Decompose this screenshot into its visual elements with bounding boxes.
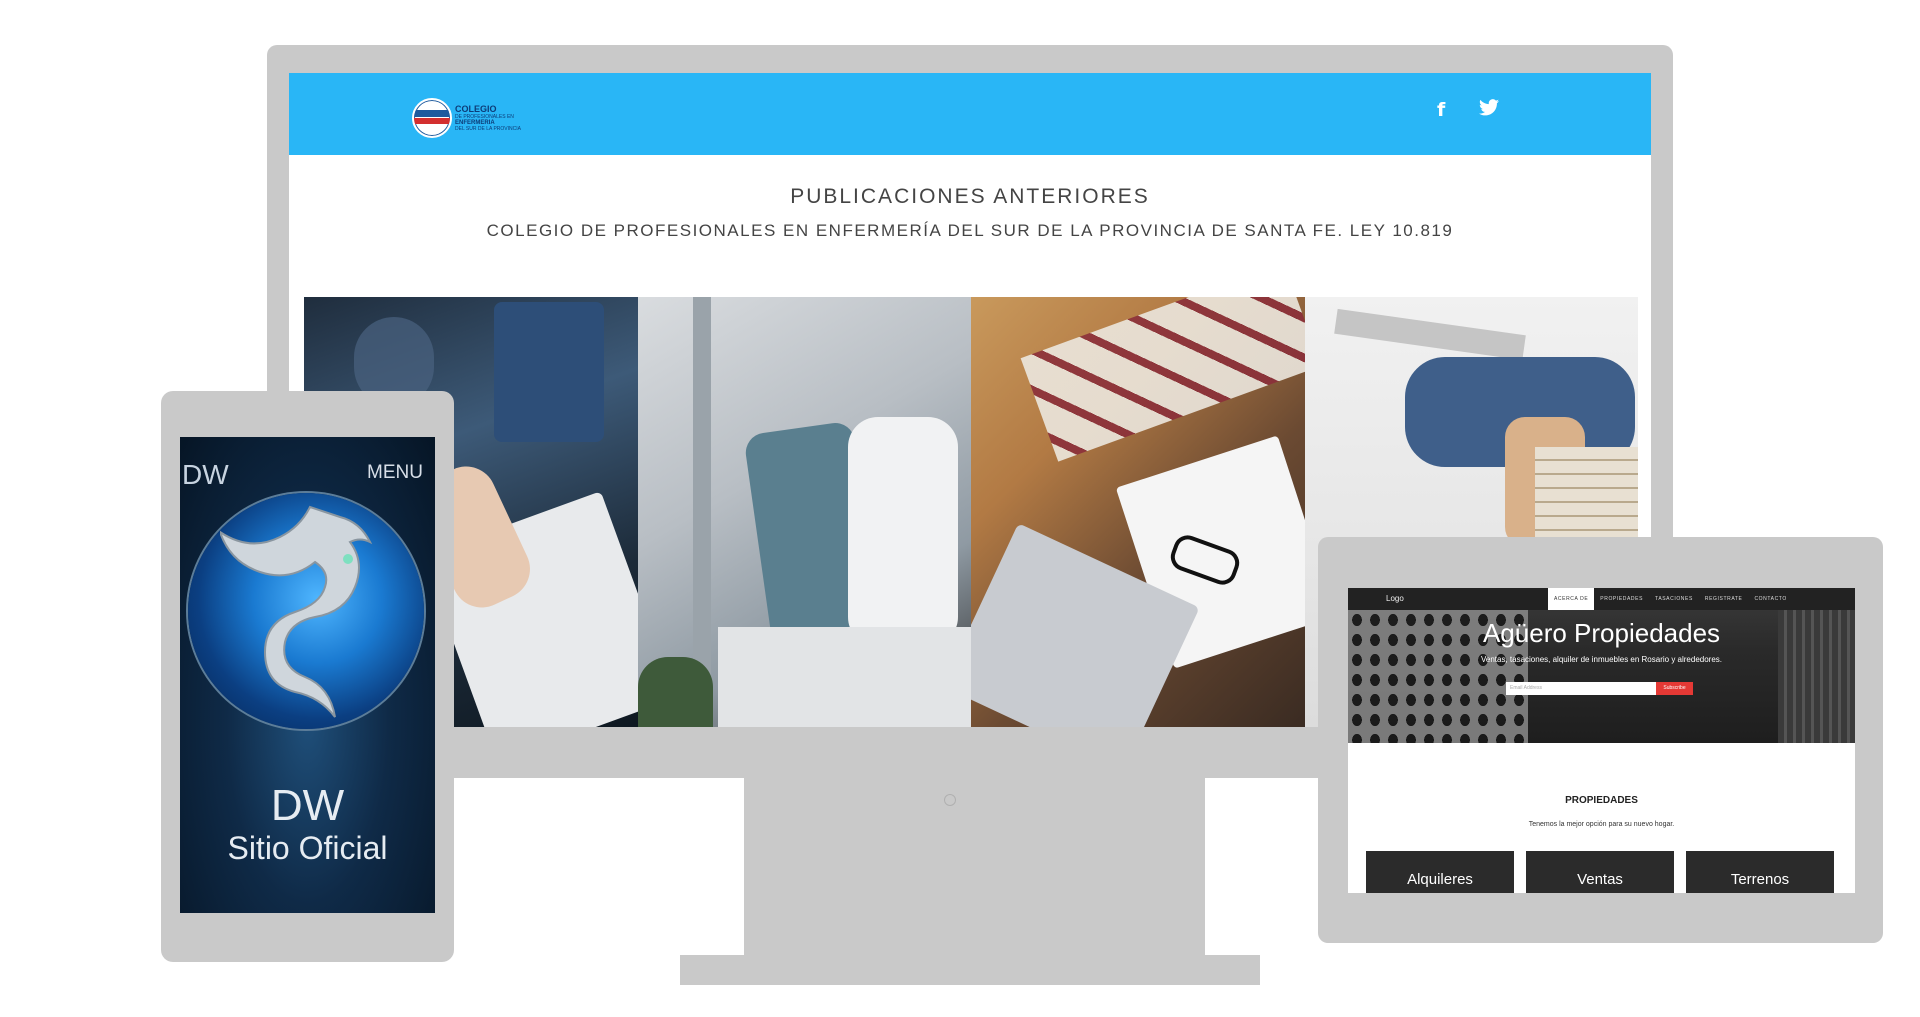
monitor-stand-base [680, 955, 1260, 985]
page-subtitle: COLEGIO DE PROFESIONALES EN ENFERMERÍA D… [486, 221, 1454, 240]
tablet-nav-links: ACERCA DE PROPIEDADES TASACIONES REGISTR… [1548, 588, 1793, 610]
card-terrenos[interactable]: Terrenos [1686, 851, 1834, 893]
logo-line4: DEL SUR DE LA PROVINCIA [455, 125, 521, 132]
monitor-stand-neck [744, 778, 1205, 955]
logo-line2: DE PROFESIONALES EN [455, 113, 514, 120]
subscribe-button[interactable]: Subscribe [1656, 682, 1693, 695]
phone-title: DW [270, 781, 345, 830]
power-button-icon [944, 794, 956, 806]
phone-menu-button[interactable]: MENU [367, 462, 423, 484]
nav-link-propiedades[interactable]: PROPIEDADES [1594, 588, 1649, 610]
phone-subtitle: Sitio Oficial [227, 830, 388, 866]
logo-line1: COLEGIO [455, 103, 497, 114]
dragon-icon [220, 505, 373, 718]
site-logo[interactable]: COLEGIO DE PROFESIONALES EN ENFERMERIA D… [412, 98, 521, 138]
tablet-navbar: Logo ACERCA DE PROPIEDADES TASACIONES RE… [1348, 588, 1855, 610]
nav-link-registrate[interactable]: REGISTRATE [1699, 588, 1749, 610]
gallery-photo-laptop[interactable] [971, 297, 1305, 727]
card-ventas[interactable]: Ventas [1526, 851, 1674, 893]
hero-banner [1348, 588, 1855, 743]
card-alquileres[interactable]: Alquileres [1366, 851, 1514, 893]
nav-link-contacto[interactable]: CONTACTO [1748, 588, 1792, 610]
phone-brand[interactable]: DW [182, 459, 229, 491]
facebook-icon[interactable]: f [1437, 99, 1445, 121]
nav-link-tasaciones[interactable]: TASACIONES [1649, 588, 1699, 610]
tablet-screen: Logo ACERCA DE PROPIEDADES TASACIONES RE… [1348, 588, 1855, 893]
email-input[interactable]: Email Address [1506, 682, 1656, 695]
twitter-icon[interactable] [1479, 99, 1499, 122]
tablet-logo[interactable]: Logo [1386, 594, 1404, 603]
site-header: COLEGIO DE PROFESIONALES EN ENFERMERIA D… [289, 73, 1651, 155]
section-title: PROPIEDADES [1565, 795, 1638, 806]
hero-title: Agüero Propiedades [1482, 618, 1721, 648]
logo-text: COLEGIO DE PROFESIONALES EN ENFERMERIA D… [455, 103, 521, 132]
section-subtitle: Tenemos la mejor opción para su nuevo ho… [1528, 821, 1675, 828]
page-title: PUBLICACIONES ANTERIORES [790, 185, 1150, 208]
gallery-photo-clothes[interactable] [637, 297, 971, 727]
logo-seal-icon [412, 98, 452, 138]
phone-screen: DW MENU DW Sitio Oficial [180, 437, 435, 913]
hero-description: Ventas, tasaciones, alquiler de inmueble… [1480, 655, 1723, 664]
nav-link-acerca[interactable]: ACERCA DE [1548, 588, 1595, 610]
